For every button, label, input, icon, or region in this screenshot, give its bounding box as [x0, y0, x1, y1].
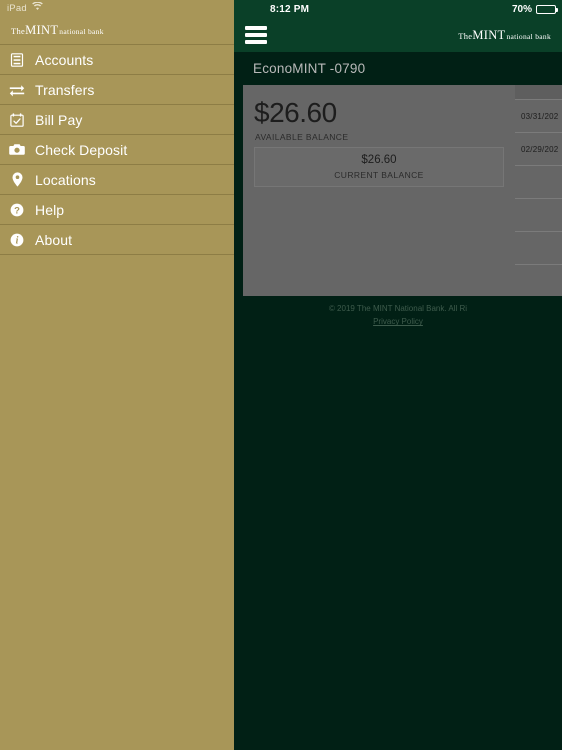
- svg-text:i: i: [16, 235, 19, 246]
- transfer-arrows-icon: [9, 82, 25, 98]
- sidebar-item-about[interactable]: i About: [0, 225, 234, 255]
- camera-icon: [9, 142, 25, 158]
- table-row[interactable]: [515, 264, 562, 297]
- device-name: iPad: [7, 2, 27, 14]
- statement-date: 02/29/202: [521, 144, 559, 154]
- wifi-icon: [32, 1, 43, 14]
- statements-table[interactable]: 03/31/202 02/29/202: [515, 85, 562, 296]
- sidebar-item-label: Accounts: [35, 51, 94, 68]
- hamburger-icon[interactable]: [245, 26, 267, 44]
- brand-mint: MINT: [25, 23, 59, 37]
- sidebar-item-label: Locations: [35, 171, 96, 188]
- balance-card: $26.60 AVAILABLE BALANCE $26.60 CURRENT …: [243, 85, 515, 296]
- battery-icon: [536, 4, 558, 14]
- sidebar-item-label: Transfers: [35, 81, 95, 98]
- sidebar-item-label: Help: [35, 201, 65, 218]
- calendar-check-icon: [9, 112, 25, 128]
- sidebar-item-locations[interactable]: Locations: [0, 165, 234, 195]
- sidebar-item-label: About: [35, 231, 73, 248]
- sidebar-item-help[interactable]: ? Help: [0, 195, 234, 225]
- app-header: TheMINTnational bank: [234, 18, 562, 52]
- drawer-status-bar: iPad: [0, 0, 234, 16]
- table-row[interactable]: 02/29/202: [515, 132, 562, 165]
- brand-the: The: [458, 31, 473, 41]
- status-bar: 8:12 PM 70%: [234, 0, 562, 18]
- status-time: 8:12 PM: [270, 3, 310, 15]
- brand-national-bank: national bank: [506, 32, 551, 41]
- sidebar-item-label: Check Deposit: [35, 141, 128, 158]
- brand-the: The: [11, 26, 26, 36]
- svg-text:?: ?: [14, 205, 20, 216]
- table-row[interactable]: [515, 231, 562, 264]
- drawer-brand-logo: TheMINTnational bank: [0, 16, 234, 45]
- table-row[interactable]: 03/31/202: [515, 99, 562, 132]
- brand-national-bank: national bank: [59, 27, 104, 36]
- sidebar-item-transfers[interactable]: Transfers: [0, 75, 234, 105]
- accounts-ledger-icon: [9, 52, 25, 68]
- app-root: iPad TheMINTnational bank Accounts Trans…: [0, 0, 562, 750]
- app-pane: 8:12 PM 70% TheMINTnational bank EconoMI…: [234, 0, 562, 750]
- sidebar-item-accounts[interactable]: Accounts: [0, 45, 234, 75]
- footer: © 2019 The MINT National Bank. All Ri Pr…: [234, 303, 562, 329]
- statements-table-header: [515, 85, 562, 99]
- sidebar-item-check-deposit[interactable]: Check Deposit: [0, 135, 234, 165]
- table-row[interactable]: [515, 198, 562, 231]
- current-balance-label: CURRENT BALANCE: [334, 170, 424, 180]
- current-balance-box: $26.60 CURRENT BALANCE: [254, 147, 504, 187]
- available-balance-amount: $26.60: [254, 97, 337, 128]
- privacy-policy-link[interactable]: Privacy Policy: [373, 316, 423, 328]
- statement-date: 03/31/202: [521, 111, 559, 121]
- map-pin-icon: [9, 172, 25, 188]
- sidebar-item-bill-pay[interactable]: Bill Pay: [0, 105, 234, 135]
- current-balance-amount: $26.60: [361, 154, 397, 166]
- battery-percent: 70%: [511, 3, 532, 15]
- available-balance-label: AVAILABLE BALANCE: [255, 132, 349, 142]
- copyright-text: © 2019 The MINT National Bank. All Ri: [328, 304, 468, 313]
- table-row[interactable]: [515, 165, 562, 198]
- header-brand-logo: TheMINTnational bank: [458, 26, 551, 44]
- brand-mint: MINT: [472, 28, 506, 42]
- question-circle-icon: ?: [9, 202, 25, 218]
- page-title: EconoMINT -0790: [253, 61, 366, 76]
- navigation-drawer: iPad TheMINTnational bank Accounts Trans…: [0, 0, 234, 750]
- info-circle-icon: i: [9, 232, 25, 248]
- sidebar-item-label: Bill Pay: [35, 111, 83, 128]
- battery-indicator: 70%: [511, 3, 558, 15]
